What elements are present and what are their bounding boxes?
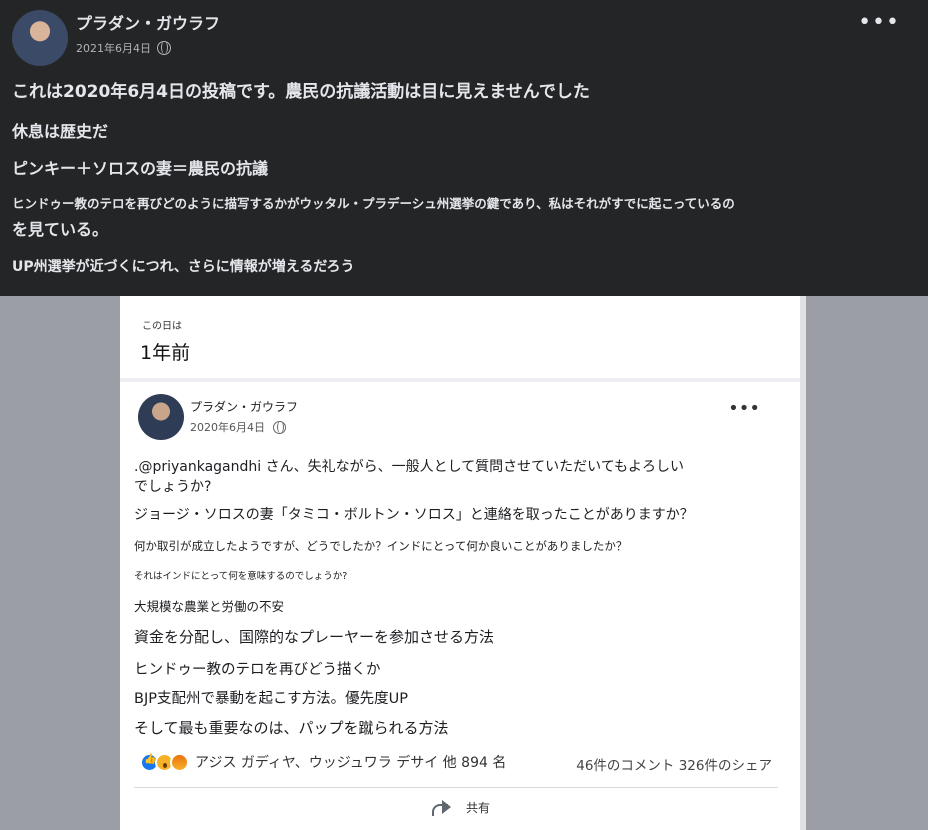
post-text-line: でしょうか? — [134, 479, 212, 495]
more-options-icon[interactable]: ••• — [858, 12, 900, 34]
post-text-line: ヒンドゥー教のテロを再びどのように描写するかがウッタル・プラデーシュ州選挙の鍵で… — [12, 196, 735, 211]
post-text-line: 大規模な農業と労働の不安 — [134, 599, 285, 614]
avatar[interactable] — [12, 10, 68, 66]
globe-icon — [273, 420, 286, 434]
post-text-line: 休息は歴史だ — [12, 122, 109, 141]
post-text-line: そして最も重要なのは、パップを蹴られる方法 — [134, 719, 449, 737]
author-name[interactable]: プラダン・ガウラフ — [76, 10, 220, 34]
angry-icon — [170, 752, 189, 772]
outer-post: プラダン・ガウラフ 2021年6月4日 ••• これは2020年6月4日の投稿で… — [0, 0, 928, 296]
post-text-line: 何か取引が成立したようですが、どうでしたか？インドにとって何か良いことがありまし… — [134, 539, 628, 553]
share-label: 共有 — [465, 800, 490, 815]
post-text-line: ジョージ・ソロスの妻「タミコ・ボルトン・ソロス」と連絡を取ったことがありますか？ — [134, 507, 694, 523]
share-icon — [430, 798, 452, 816]
comment-share-stats[interactable]: 46件のコメント 326件のシェア — [576, 754, 772, 774]
post-meta: 2020年6月4日 — [190, 419, 286, 435]
post-text-line: を見ている。 — [12, 220, 109, 239]
post-text-line: それはインドにとって何を意味するのでしょうか? — [134, 571, 348, 582]
post-text-line: ピンキー＋ソロスの妻＝農民の抗議 — [12, 159, 269, 178]
more-options-icon[interactable]: ••• — [728, 400, 760, 418]
post-date[interactable]: 2020年6月4日 — [190, 419, 265, 435]
globe-icon — [157, 41, 171, 55]
reaction-names[interactable]: アジス ガディヤ、ウッジュワラ デサイ 他 894 名 — [195, 752, 506, 772]
author-name[interactable]: プラダン・ガウラフ — [190, 398, 298, 415]
post-text-line: ヒンドゥー教のテロを再びどう描くか — [134, 662, 381, 678]
divider — [134, 787, 778, 788]
memory-title: 1年前 — [140, 342, 191, 364]
post-text-line: UP州選挙が近づくにつれ、さらに情報が増えるだろう — [12, 259, 355, 275]
post-date[interactable]: 2021年6月4日 — [76, 40, 151, 56]
post-meta: 2021年6月4日 — [76, 40, 171, 56]
memory-card: この日は 1年前 プラダン・ガウラフ 2020年6月4日 ••• .@priya… — [120, 296, 806, 830]
post-text-line: .@priyankagandhi さん、失礼ながら、一般人として質問させていただ… — [134, 459, 685, 475]
reactions-summary[interactable]: アジス ガディヤ、ウッジュワラ デサイ 他 894 名 — [140, 752, 506, 772]
share-button[interactable]: 共有 — [120, 798, 800, 816]
divider — [120, 378, 800, 382]
memory-label: この日は — [142, 321, 182, 332]
avatar[interactable] — [138, 394, 184, 440]
post-text-line: これは2020年6月4日の投稿です。農民の抗議活動は目に見えませんでした — [12, 82, 590, 102]
post-text-line: 資金を分配し、国際的なプレーヤーを参加させる方法 — [134, 628, 495, 646]
post-text-line: BJP支配州で暴動を起こす方法。優先度UP — [134, 691, 409, 707]
